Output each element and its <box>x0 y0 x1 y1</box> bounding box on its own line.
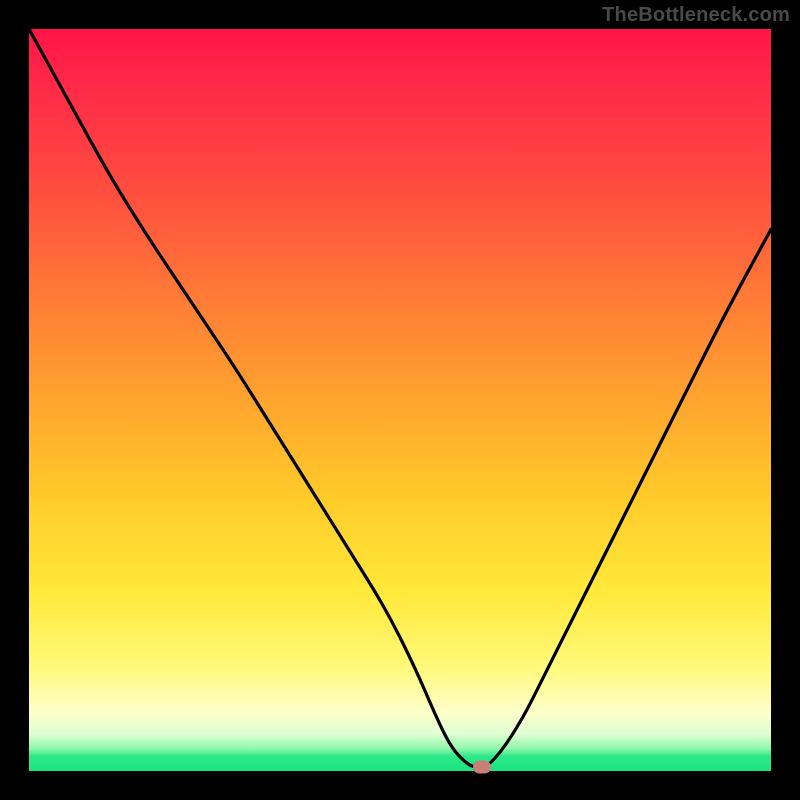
heat-gradient-background <box>29 29 771 771</box>
chart-container: TheBottleneck.com <box>0 0 800 800</box>
bottleneck-marker <box>473 760 491 773</box>
watermark-text: TheBottleneck.com <box>602 4 790 27</box>
plot-area <box>29 29 771 771</box>
